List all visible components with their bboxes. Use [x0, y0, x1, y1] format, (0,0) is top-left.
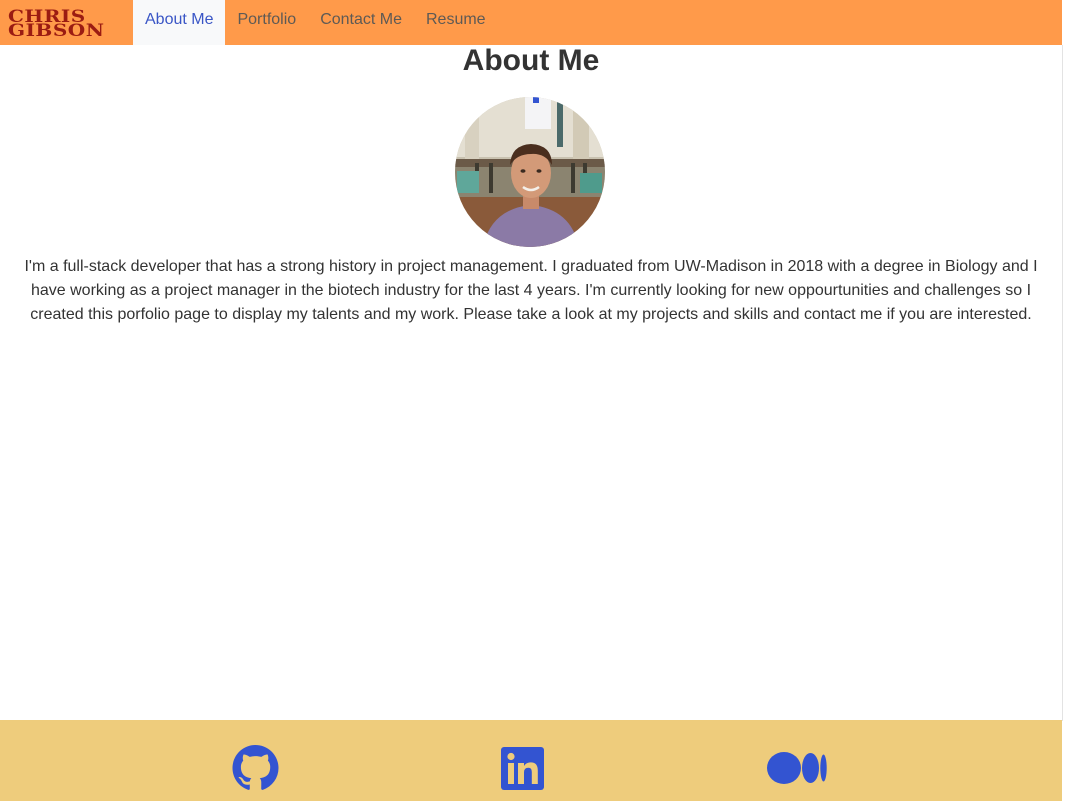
- medium-icon[interactable]: [767, 752, 827, 789]
- brand-line-2: GIBSON: [8, 19, 105, 40]
- nav-link-contact-me[interactable]: Contact Me: [308, 0, 414, 45]
- nav-links: About Me Portfolio Contact Me Resume: [133, 0, 498, 45]
- about-bio-text: I'm a full-stack developer that has a st…: [24, 258, 1038, 323]
- navbar: CHRIS GIBSON About Me Portfolio Contact …: [0, 0, 1062, 45]
- page-title: About Me: [462, 44, 600, 77]
- linkedin-icon[interactable]: [501, 747, 544, 795]
- profile-photo: [455, 97, 605, 247]
- github-icon[interactable]: [232, 745, 279, 796]
- nav-link-portfolio[interactable]: Portfolio: [225, 0, 308, 45]
- nav-link-about-me[interactable]: About Me: [133, 0, 226, 45]
- brand-logo[interactable]: CHRIS GIBSON: [0, 0, 133, 45]
- page-edge-divider: [1062, 45, 1063, 721]
- nav-link-resume[interactable]: Resume: [414, 0, 498, 45]
- footer: [0, 720, 1062, 801]
